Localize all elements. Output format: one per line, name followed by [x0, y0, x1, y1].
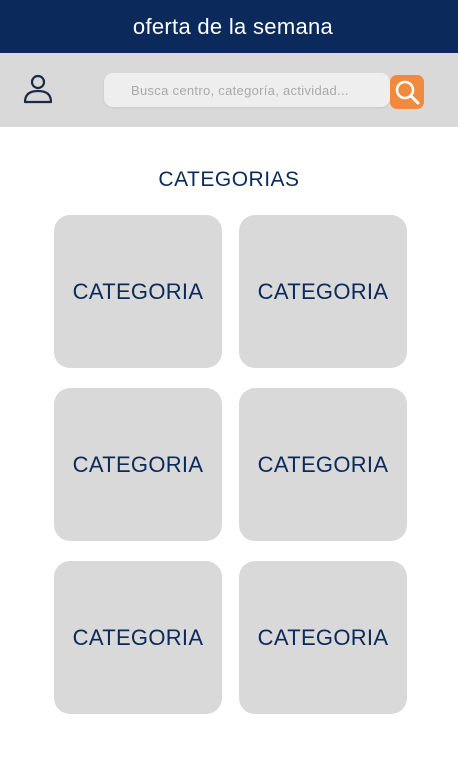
offer-banner[interactable]: oferta de la semana — [0, 0, 458, 53]
category-card[interactable]: CATEGORIA — [54, 215, 222, 368]
offer-banner-text: oferta de la semana — [132, 13, 334, 39]
search-input[interactable] — [104, 73, 390, 107]
search-field[interactable] — [104, 73, 390, 107]
category-label: CATEGORIA — [72, 451, 204, 477]
search-icon — [395, 80, 420, 105]
category-label: CATEGORIA — [257, 624, 389, 650]
category-card[interactable]: CATEGORIA — [239, 215, 407, 368]
category-card[interactable]: CATEGORIA — [54, 388, 222, 541]
search-bar — [0, 53, 458, 127]
category-label: CATEGORIA — [72, 278, 204, 304]
user-icon — [23, 74, 53, 104]
category-card[interactable]: CATEGORIA — [239, 561, 407, 714]
category-card[interactable]: CATEGORIA — [54, 561, 222, 714]
category-card[interactable]: CATEGORIA — [239, 388, 407, 541]
user-profile-button[interactable] — [18, 69, 58, 109]
category-label: CATEGORIA — [257, 278, 389, 304]
search-button[interactable] — [390, 75, 424, 109]
category-label: CATEGORIA — [72, 624, 204, 650]
category-grid: CATEGORIA CATEGORIA CATEGORIA CATEGORIA … — [54, 215, 407, 714]
category-label: CATEGORIA — [257, 451, 389, 477]
page-title: CATEGORIAS — [158, 168, 300, 191]
